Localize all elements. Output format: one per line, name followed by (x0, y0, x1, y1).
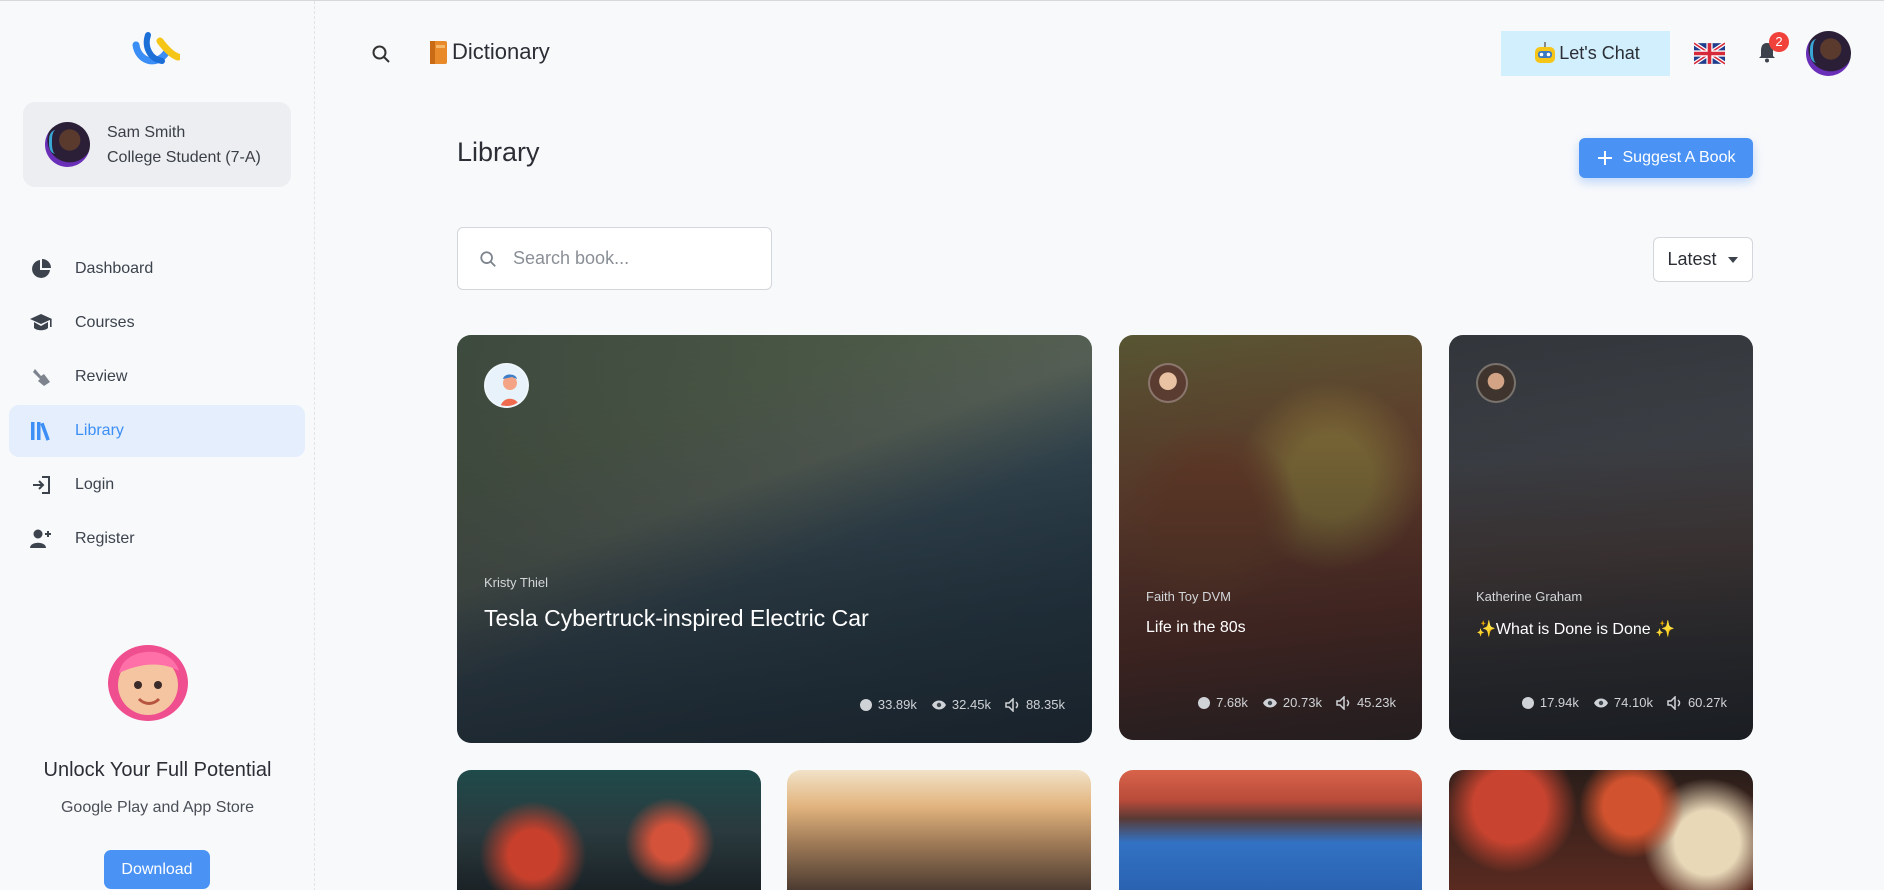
comment-icon (859, 698, 872, 711)
author-avatar (1476, 363, 1516, 403)
book-icon (430, 41, 447, 64)
book-author: Kristy Thiel (484, 575, 549, 590)
uk-flag-icon[interactable] (1694, 42, 1725, 65)
dictionary-link[interactable]: Dictionary (428, 38, 550, 66)
suggest-book-button[interactable]: Suggest A Book (1579, 138, 1753, 178)
sidebar-item-library[interactable]: Library (9, 405, 305, 457)
suggest-book-label: Suggest A Book (1622, 149, 1736, 166)
promo-character-illustration (108, 645, 188, 721)
download-button[interactable]: Download (104, 850, 210, 889)
search-icon (480, 250, 496, 267)
comment-count: 7.68k (1216, 695, 1248, 710)
user-avatar (45, 122, 90, 167)
caret-down-icon (1727, 256, 1738, 263)
page-title: Library (457, 137, 540, 167)
eye-icon (931, 700, 946, 709)
promo-title: Unlock Your Full Potential (43, 759, 272, 781)
book-author: Faith Toy DVM (1146, 589, 1232, 604)
user-profile-card[interactable]: Sam Smith College Student (7-A) (23, 102, 291, 187)
book-card[interactable] (1119, 770, 1422, 890)
eye-icon (1262, 698, 1277, 707)
page-header-title: Dictionary (452, 39, 550, 64)
sort-dropdown[interactable]: Latest (1653, 237, 1753, 282)
book-title: Life in the 80s (1146, 619, 1246, 636)
app-logo[interactable] (132, 31, 180, 69)
sidebar-item-dashboard[interactable]: Dashboard (9, 243, 305, 295)
author-avatar (1148, 363, 1188, 403)
sidebar-item-register[interactable]: Register (9, 513, 305, 565)
book-card[interactable] (787, 770, 1091, 890)
add-user-icon (29, 527, 53, 551)
sidebar-item-label: Courses (75, 314, 135, 331)
lets-chat-label: Let's Chat (1559, 43, 1640, 63)
login-icon (29, 473, 53, 497)
listen-count: 45.23k (1356, 695, 1396, 710)
sidebar-item-label: Review (75, 368, 128, 385)
book-author: Katherine Graham (1476, 589, 1583, 604)
view-count: 20.73k (1282, 695, 1322, 710)
sidebar-item-label: Register (75, 530, 135, 547)
sidebar-nav: Dashboard Courses Review Library Login R… (9, 243, 305, 567)
graduation-cap-icon (29, 311, 53, 335)
listen-count: 88.35k (1025, 697, 1065, 712)
sidebar-item-label: Login (75, 476, 115, 493)
eye-icon (1593, 698, 1608, 707)
speaker-icon (1667, 695, 1681, 710)
comment-count: 17.94k (1539, 695, 1579, 710)
book-title: Tesla Cybertruck-inspired Electric Car (484, 605, 869, 631)
sidebar-item-review[interactable]: Review (9, 351, 305, 403)
book-card[interactable]: Faith Toy DVM Life in the 80s 7.68k 20.7… (1119, 335, 1422, 740)
view-count: 74.10k (1613, 695, 1653, 710)
hand-pointer-icon (29, 365, 53, 389)
book-card[interactable]: Katherine Graham ✨What is Done is Done ✨… (1449, 335, 1753, 740)
book-card[interactable] (457, 770, 761, 890)
notification-badge: 2 (1769, 32, 1789, 52)
book-stats: 7.68k 20.73k 45.23k (1197, 695, 1396, 710)
promo-subtitle: Google Play and App Store (60, 799, 255, 816)
book-title: ✨What is Done is Done ✨ (1476, 621, 1676, 638)
search-icon[interactable] (371, 44, 391, 69)
plus-icon (1597, 151, 1612, 165)
sidebar: Sam Smith College Student (7-A) Dashboar… (0, 1, 315, 890)
author-avatar (484, 363, 529, 408)
speaker-icon (1005, 697, 1019, 712)
user-role: College Student (7-A) (107, 148, 261, 166)
comment-icon (1198, 696, 1211, 709)
listen-count: 60.27k (1687, 695, 1727, 710)
search-book-input[interactable] (513, 248, 753, 269)
book-card[interactable] (1449, 770, 1753, 890)
user-name: Sam Smith (107, 123, 186, 141)
comment-icon (1521, 696, 1534, 709)
sidebar-item-label: Dashboard (75, 260, 154, 277)
library-icon (29, 419, 53, 443)
book-stats: 17.94k 74.10k 60.27k (1521, 695, 1727, 710)
view-count: 32.45k (951, 697, 991, 712)
robot-icon (1535, 41, 1556, 63)
sort-label: Latest (1667, 249, 1717, 269)
lets-chat-button[interactable]: Let's Chat (1501, 31, 1670, 76)
speaker-icon (1336, 695, 1350, 710)
sidebar-item-courses[interactable]: Courses (9, 297, 305, 349)
search-book-field[interactable] (457, 227, 772, 290)
book-stats: 33.89k 32.45k 88.35k (859, 697, 1065, 712)
header-avatar[interactable] (1806, 31, 1851, 76)
comment-count: 33.89k (877, 697, 917, 712)
pie-chart-icon (29, 257, 53, 281)
sidebar-item-label: Library (75, 422, 124, 439)
sidebar-item-login[interactable]: Login (9, 459, 305, 511)
book-card[interactable]: Kristy Thiel Tesla Cybertruck-inspired E… (457, 335, 1092, 743)
